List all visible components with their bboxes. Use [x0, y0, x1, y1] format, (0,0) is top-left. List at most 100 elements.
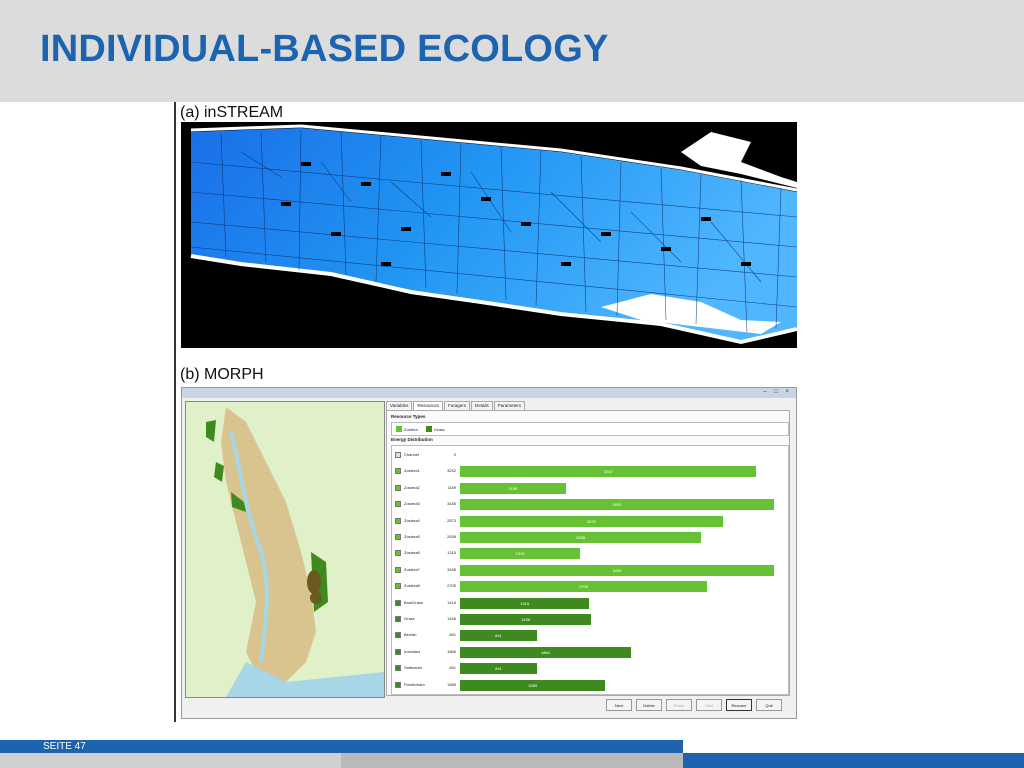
energy-distribution-title: Energy Distribution [391, 437, 433, 442]
energy-bar-label: 1415 [520, 600, 530, 606]
tab-parameters[interactable]: Parameters [493, 401, 525, 410]
energy-bar-label: 1436 [521, 617, 531, 622]
resource-name: Zostera4 [404, 517, 420, 523]
resource-energy-value: 841 [449, 632, 456, 638]
resource-checkbox[interactable] [395, 583, 401, 590]
resource-energy-value: 0 [453, 452, 456, 457]
resources-panel: Variables Resources Foragers Details Par… [386, 401, 790, 696]
energy-bar-label: 841 [495, 666, 502, 672]
energy-bar-label: 841 [495, 633, 502, 639]
resource-checkbox[interactable] [395, 681, 401, 688]
resource-checkbox[interactable] [395, 550, 401, 557]
footer-stripe-right [683, 753, 1024, 768]
resource-energy-value: 1415 [447, 599, 456, 605]
resource-energy-value: 2705 [447, 583, 456, 589]
delete-button[interactable]: Delete [636, 699, 662, 711]
resource-checkbox[interactable] [395, 632, 401, 639]
resource-name: BootGrass [404, 599, 423, 605]
resource-name: Zostera2 [404, 484, 420, 490]
resource-name: Channel [404, 452, 419, 457]
resource-checkbox[interactable] [395, 452, 401, 458]
energy-bar: 3435 [460, 564, 775, 576]
resource-name: Zostera1 [404, 468, 420, 474]
resource-checkbox[interactable] [395, 648, 401, 655]
energy-bar: 2705 [460, 581, 708, 593]
panel-b-label: (b) MORPH [180, 366, 264, 383]
page-number: SEITE 47 [43, 741, 86, 752]
energy-bar: 841 [460, 630, 537, 642]
tab-strip: Variables Resources Foragers Details Par… [386, 401, 526, 410]
energy-bar: 1866 [460, 646, 631, 658]
energy-bar-label: 1315 [515, 551, 525, 557]
energy-bar: 3242 [460, 466, 757, 478]
resource-name: Ponderham [404, 681, 425, 687]
resource-checkbox[interactable] [395, 665, 401, 672]
energy-row: Zostera5 2638 2638 [392, 530, 788, 546]
energy-distribution-list: Channel 0 Zostera1 3242 3242 Zostera2 1159 1159… [391, 445, 789, 695]
resource-name: Zostera8 [404, 583, 420, 589]
resource-checkbox[interactable] [395, 534, 401, 540]
resource-energy-value: 1159 [447, 484, 456, 490]
resource-name: Beulah [404, 632, 417, 638]
energy-bar-label: 1589 [528, 682, 538, 688]
resource-energy-value: 1589 [447, 681, 456, 687]
legend-swatch [396, 426, 402, 432]
energy-bar-label: 3242 [603, 469, 613, 475]
tab-variables[interactable]: Variables [386, 401, 413, 410]
saltmarsh-patch [307, 570, 321, 594]
energy-row: Zostera8 2705 2705 [392, 579, 788, 595]
resume-button[interactable]: Resume [726, 699, 752, 711]
resource-checkbox[interactable] [395, 501, 401, 508]
next-button[interactable]: Next [606, 699, 632, 711]
energy-bar-label: 2705 [579, 584, 589, 590]
legend-label: Zostera [404, 426, 418, 432]
legend-item-grass[interactable]: Grass [426, 426, 445, 432]
resource-energy-value: 3435 [447, 501, 456, 507]
legend-item-zostera[interactable]: Zostera [396, 426, 418, 432]
prune-button[interactable]: Prune [666, 699, 692, 711]
panel-a-label: (a) inSTREAM [180, 104, 284, 121]
resource-checkbox[interactable] [395, 616, 401, 622]
resource-energy-value: 841 [449, 665, 456, 671]
tab-foragers[interactable]: Foragers [443, 401, 470, 410]
footer-stripe-left [0, 753, 341, 768]
footer-stripe-middle [341, 753, 683, 768]
resource-name: Zostera5 [404, 534, 420, 539]
slide-title: INDIVIDUAL-BASED ECOLOGY [40, 28, 609, 70]
tab-details[interactable]: Details [470, 401, 493, 410]
resource-checkbox[interactable] [395, 468, 401, 475]
resource-checkbox[interactable] [395, 566, 401, 573]
resource-checkbox[interactable] [395, 599, 401, 606]
energy-row: Zostera1 3242 3242 [392, 464, 788, 480]
energy-bar: 1415 [460, 597, 590, 609]
energy-bar-label: 1866 [540, 649, 550, 655]
energy-bar: 1436 [460, 614, 592, 625]
resource-energy-value: 1436 [447, 616, 456, 621]
energy-row: Zostera2 1159 1159 [392, 481, 788, 497]
resource-energy-value: 1866 [447, 648, 456, 654]
resource-types-title: Resource Types [391, 414, 426, 419]
quit-button[interactable]: Quit [756, 699, 782, 711]
energy-row: Zostera6 1315 1315 [392, 546, 788, 562]
energy-bar: 2638 [460, 532, 702, 543]
resource-name: Zostera6 [404, 550, 420, 556]
hold-button[interactable]: Hold [696, 699, 722, 711]
window-controls[interactable]: – □ × [763, 389, 792, 395]
estuary-map[interactable] [185, 401, 385, 698]
energy-row: Beulah 841 841 [392, 628, 788, 644]
energy-bar: 1589 [460, 679, 606, 691]
resource-energy-value: 3242 [447, 468, 456, 474]
resource-name: Zostera7 [404, 566, 420, 572]
resource-checkbox[interactable] [395, 484, 401, 491]
figure-composite: (a) inSTREAM (b) MORPH – □ × Variables R… [174, 102, 802, 722]
instream-river-map [181, 122, 797, 348]
legend-label: Grass [434, 426, 445, 432]
tab-resources[interactable]: Resources [413, 401, 443, 410]
energy-bar: 841 [460, 663, 537, 675]
resource-name: Zostera3 [404, 501, 420, 507]
window-titlebar: – □ × [182, 388, 796, 398]
energy-row: Ironsides 1866 1866 [392, 645, 788, 661]
morph-app-window: – □ × Variables Resources Foragers Detai… [181, 387, 797, 719]
resource-name: Saltmarsh [404, 665, 423, 671]
resource-checkbox[interactable] [395, 517, 401, 524]
